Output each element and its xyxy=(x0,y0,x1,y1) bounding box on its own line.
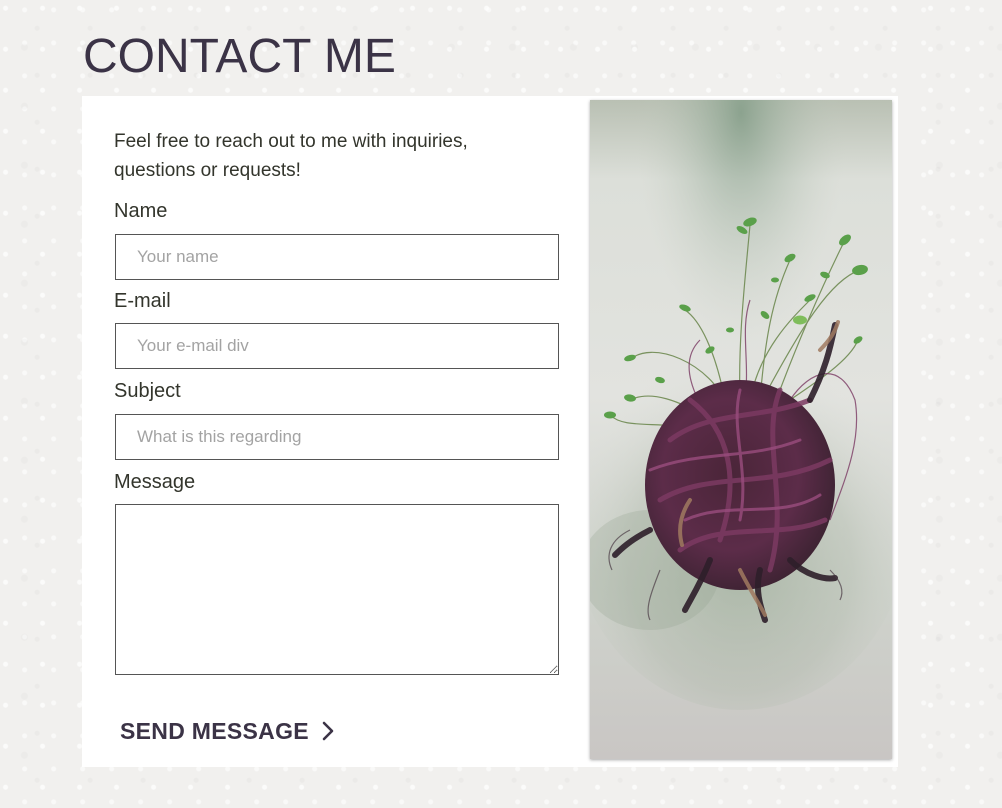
contact-card: Feel free to reach out to me with inquir… xyxy=(82,96,898,767)
page-title: CONTACT ME xyxy=(83,30,396,83)
message-textarea[interactable] xyxy=(115,504,559,675)
email-input[interactable] xyxy=(115,323,559,369)
intro-text: Feel free to reach out to me with inquir… xyxy=(114,131,468,181)
artwork-image xyxy=(590,100,892,759)
chevron-right-icon xyxy=(322,721,334,741)
name-input[interactable] xyxy=(115,234,559,280)
email-label: E-mail xyxy=(114,290,171,312)
name-label: Name xyxy=(114,200,168,222)
subject-label: Subject xyxy=(114,380,181,402)
artwork-painting xyxy=(590,100,892,759)
subject-input[interactable] xyxy=(115,414,559,460)
send-message-label: SEND MESSAGE xyxy=(120,717,309,744)
send-message-button[interactable]: SEND MESSAGE xyxy=(120,715,337,747)
message-label: Message xyxy=(114,471,196,493)
